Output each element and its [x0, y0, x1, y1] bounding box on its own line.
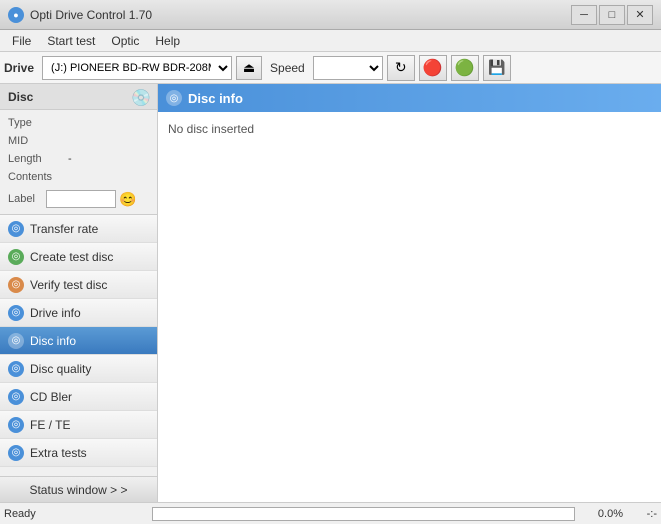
- disc-info-fields: Type MID Length - Contents Label 😊: [0, 110, 157, 215]
- nav-label-transfer-rate: Transfer rate: [30, 222, 98, 236]
- nav-item-transfer-rate[interactable]: ◎ Transfer rate: [0, 215, 157, 243]
- main-layout: Disc 💿 Type MID Length - Contents Label: [0, 84, 661, 502]
- nav-label-verify-test-disc: Verify test disc: [30, 278, 107, 292]
- refresh-button[interactable]: ↻: [387, 55, 415, 81]
- status-window-label: Status window > >: [29, 483, 127, 497]
- disc-field-type: Type: [8, 114, 149, 132]
- nav-label-fe-te: FE / TE: [30, 418, 70, 432]
- disc-quality-icon: ◎: [8, 361, 24, 377]
- fe-te-icon: ◎: [8, 417, 24, 433]
- nav-item-cd-bler[interactable]: ◎ CD Bler: [0, 383, 157, 411]
- label-input[interactable]: [46, 190, 116, 208]
- no-disc-message: No disc inserted: [168, 122, 254, 136]
- disc-field-mid: MID: [8, 132, 149, 150]
- menu-optic[interactable]: Optic: [103, 32, 147, 50]
- status-window-button[interactable]: Status window > >: [0, 476, 157, 502]
- drive-info-icon: ◎: [8, 305, 24, 321]
- type-key: Type: [8, 117, 68, 129]
- eject-icon: ⏏: [243, 60, 255, 76]
- nav-item-extra-tests[interactable]: ◎ Extra tests: [0, 439, 157, 467]
- nav-item-disc-quality[interactable]: ◎ Disc quality: [0, 355, 157, 383]
- menu-start-test[interactable]: Start test: [39, 32, 103, 50]
- disc-label: Disc: [8, 90, 33, 104]
- extra-tests-icon: ◎: [8, 445, 24, 461]
- content-body: No disc inserted: [158, 112, 661, 502]
- menu-help[interactable]: Help: [147, 32, 188, 50]
- disc-icon[interactable]: 💿: [131, 88, 149, 106]
- toolbar: Drive (J:) PIONEER BD-RW BDR-208M 1.50 ⏏…: [0, 52, 661, 84]
- red-circle-icon: 🔴: [423, 58, 443, 78]
- disc-field-length: Length -: [8, 150, 149, 168]
- length-value: -: [68, 153, 72, 165]
- disc-header: Disc 💿: [0, 84, 157, 110]
- contents-key: Contents: [8, 171, 68, 183]
- green-circle-icon: 🟢: [455, 58, 475, 78]
- disc-info-icon: ◎: [8, 333, 24, 349]
- label-icon-button[interactable]: 😊: [118, 189, 138, 209]
- nav-item-disc-info[interactable]: ◎ Disc info: [0, 327, 157, 355]
- disc-field-contents: Contents: [8, 168, 149, 186]
- status-text: Ready: [4, 508, 144, 520]
- drive-label: Drive: [4, 61, 34, 75]
- status-bar: Ready 0.0% -:-: [0, 502, 661, 524]
- nav-label-drive-info: Drive info: [30, 306, 81, 320]
- create-test-disc-icon: ◎: [8, 249, 24, 265]
- nav-label-disc-info: Disc info: [30, 334, 76, 348]
- nav-item-fe-te[interactable]: ◎ FE / TE: [0, 411, 157, 439]
- icon-btn-2[interactable]: 🟢: [451, 55, 479, 81]
- nav-label-disc-quality: Disc quality: [30, 362, 91, 376]
- app-title: Opti Drive Control 1.70: [30, 8, 571, 22]
- nav-label-cd-bler: CD Bler: [30, 390, 72, 404]
- progress-label: 0.0%: [583, 508, 623, 520]
- sidebar: Disc 💿 Type MID Length - Contents Label: [0, 84, 158, 502]
- refresh-icon: ↻: [395, 59, 407, 76]
- nav-item-verify-test-disc[interactable]: ◎ Verify test disc: [0, 271, 157, 299]
- progress-bar-container: [152, 507, 575, 521]
- app-icon: ●: [8, 7, 24, 23]
- window-controls: ─ □ ✕: [571, 5, 653, 25]
- nav-item-drive-info[interactable]: ◎ Drive info: [0, 299, 157, 327]
- menu-bar: File Start test Optic Help: [0, 30, 661, 52]
- speed-select[interactable]: [313, 56, 383, 80]
- label-key: Label: [8, 193, 46, 205]
- mid-key: MID: [8, 135, 68, 147]
- nav-items: ◎ Transfer rate ◎ Create test disc ◎ Ver…: [0, 215, 157, 476]
- verify-test-disc-icon: ◎: [8, 277, 24, 293]
- disc-field-label: Label 😊: [8, 188, 149, 210]
- title-bar: ● Opti Drive Control 1.70 ─ □ ✕: [0, 0, 661, 30]
- maximize-button[interactable]: □: [599, 5, 625, 25]
- content-header: ◎ Disc info: [158, 84, 661, 112]
- content-area: ◎ Disc info No disc inserted: [158, 84, 661, 502]
- status-right-text: -:-: [627, 508, 657, 520]
- eject-button[interactable]: ⏏: [236, 56, 262, 80]
- menu-file[interactable]: File: [4, 32, 39, 50]
- content-header-title: Disc info: [188, 91, 243, 106]
- close-button[interactable]: ✕: [627, 5, 653, 25]
- content-header-icon: ◎: [166, 90, 182, 106]
- nav-label-extra-tests: Extra tests: [30, 446, 87, 460]
- cd-bler-icon: ◎: [8, 389, 24, 405]
- drive-select[interactable]: (J:) PIONEER BD-RW BDR-208M 1.50: [42, 56, 232, 80]
- length-key: Length: [8, 153, 68, 165]
- speed-label: Speed: [270, 61, 305, 75]
- transfer-rate-icon: ◎: [8, 221, 24, 237]
- nav-label-create-test-disc: Create test disc: [30, 250, 113, 264]
- nav-item-create-test-disc[interactable]: ◎ Create test disc: [0, 243, 157, 271]
- save-button[interactable]: 💾: [483, 55, 511, 81]
- icon-btn-1[interactable]: 🔴: [419, 55, 447, 81]
- minimize-button[interactable]: ─: [571, 5, 597, 25]
- save-icon: 💾: [488, 59, 505, 76]
